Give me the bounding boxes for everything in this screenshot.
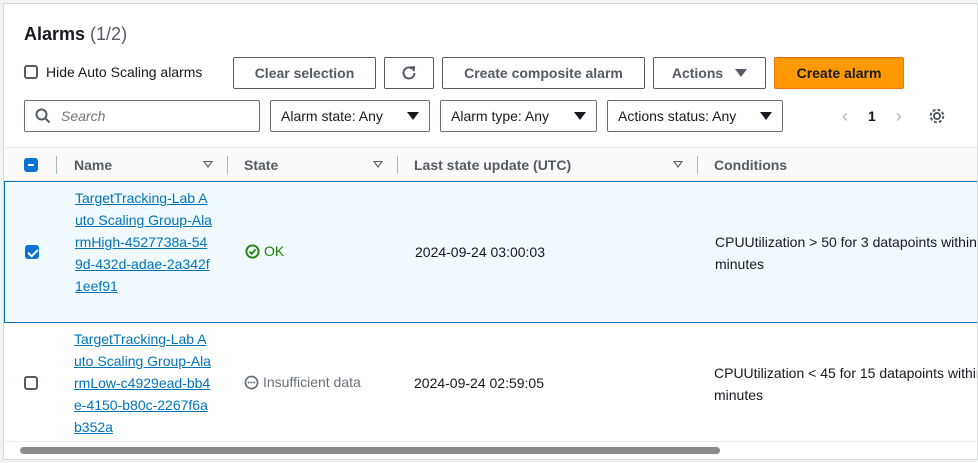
scrollbar-thumb[interactable] [20, 447, 720, 454]
preferences-button[interactable] [928, 107, 946, 130]
horizontal-scrollbar[interactable] [18, 444, 968, 456]
title-text: Alarms [24, 24, 86, 44]
alarm-type-value: Alarm type: Any [451, 108, 550, 124]
sort-icon[interactable] [373, 161, 383, 168]
chevron-left-icon[interactable]: ‹ [834, 107, 856, 125]
column-header-name[interactable]: Name [74, 157, 112, 173]
column-divider [397, 156, 398, 174]
column-header-last-update[interactable]: Last state update (UTC) [414, 157, 571, 173]
table-row[interactable]: TargetTracking-Lab Auto Scaling Group-Al… [4, 324, 978, 442]
chevron-right-icon[interactable]: › [888, 107, 910, 125]
state-text: Insufficient data [263, 374, 361, 390]
caret-down-icon [735, 69, 748, 77]
ellipsis-circle-icon [244, 375, 259, 389]
search-field[interactable] [24, 100, 260, 132]
search-input[interactable] [59, 107, 243, 125]
last-update-cell: 2024-09-24 02:59:05 [414, 375, 544, 391]
create-alarm-button[interactable]: Create alarm [774, 57, 904, 89]
create-composite-alarm-button[interactable]: Create composite alarm [442, 57, 645, 89]
select-all-checkbox[interactable] [24, 158, 38, 172]
hide-autoscaling-checkbox[interactable] [24, 65, 38, 79]
gear-icon [929, 108, 945, 124]
create-alarm-label: Create alarm [796, 65, 882, 81]
search-icon [35, 108, 51, 124]
caret-down-icon [760, 112, 772, 120]
pagination: ‹ 1 › [834, 107, 910, 125]
alarm-state-value: Alarm state: Any [281, 108, 383, 124]
actions-label: Actions [671, 65, 724, 81]
row-checkbox[interactable] [24, 376, 38, 390]
column-divider [697, 156, 698, 174]
column-header-state[interactable]: State [244, 157, 278, 173]
alarm-state-select[interactable]: Alarm state: Any [270, 100, 430, 132]
table-row[interactable]: TargetTracking-Lab Auto Scaling Group-Al… [4, 181, 978, 323]
column-divider [227, 156, 228, 174]
column-header-conditions[interactable]: Conditions [714, 157, 787, 173]
hide-autoscaling-toggle[interactable]: Hide Auto Scaling alarms [24, 64, 202, 80]
last-update-cell: 2024-09-24 03:00:03 [415, 244, 545, 260]
conditions-cell: CPUUtilization < 45 for 15 datapoints wi… [714, 365, 978, 403]
refresh-icon [402, 66, 416, 80]
refresh-button[interactable] [384, 57, 434, 89]
alarms-panel: Alarms (1/2) Hide Auto Scaling alarms Cl… [3, 3, 978, 460]
clear-selection-label: Clear selection [254, 65, 355, 81]
state-cell: Insufficient data [244, 374, 361, 390]
sort-icon[interactable] [203, 161, 213, 168]
clear-selection-button[interactable]: Clear selection [233, 57, 376, 89]
conditions-cell: CPUUtilization > 50 for 3 datapoints wit… [715, 234, 978, 272]
actions-status-value: Actions status: Any [618, 108, 737, 124]
caret-down-icon [407, 112, 419, 120]
state-cell: OK [245, 243, 284, 259]
table-header: Name State Last state update (UTC) Condi… [4, 147, 977, 181]
current-page[interactable]: 1 [868, 108, 876, 124]
row-checkbox[interactable] [25, 245, 39, 259]
actions-dropdown[interactable]: Actions [653, 57, 766, 89]
sort-icon[interactable] [673, 161, 683, 168]
alarm-type-select[interactable]: Alarm type: Any [440, 100, 597, 132]
alarm-name-link[interactable]: TargetTracking-Lab Auto Scaling Group-Al… [75, 187, 215, 297]
caret-down-icon [574, 112, 586, 120]
actions-status-select[interactable]: Actions status: Any [607, 100, 783, 132]
alarm-name-link[interactable]: TargetTracking-Lab Auto Scaling Group-Al… [74, 328, 214, 438]
hide-autoscaling-label: Hide Auto Scaling alarms [46, 64, 203, 80]
page-title: Alarms (1/2) [24, 24, 127, 45]
state-text: OK [264, 243, 285, 259]
column-divider [56, 156, 57, 174]
create-composite-label: Create composite alarm [464, 65, 623, 81]
check-circle-icon [245, 243, 260, 259]
selection-count: (1/2) [90, 24, 128, 44]
